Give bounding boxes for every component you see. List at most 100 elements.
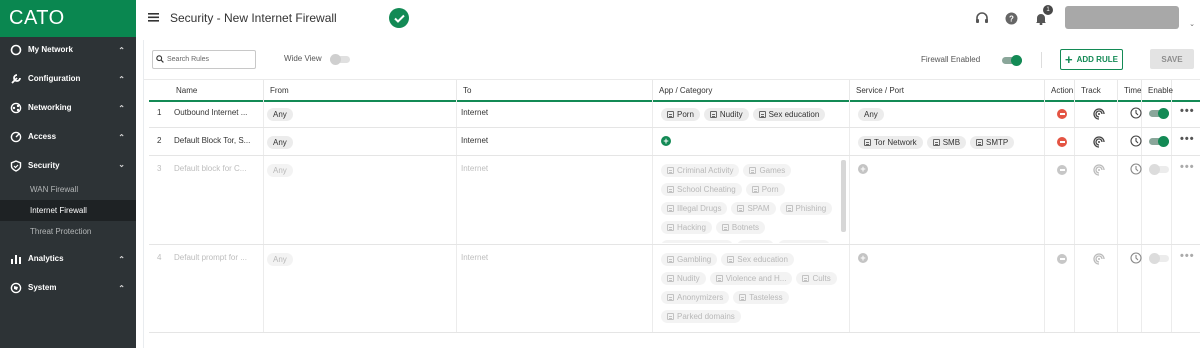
rule-apps[interactable]: Porn Nudity Sex education: [661, 108, 841, 126]
add-service-icon[interactable]: +: [858, 164, 868, 174]
help-icon[interactable]: ?: [1005, 12, 1018, 25]
sidebar-item-my-network[interactable]: My Network ⌃: [0, 35, 136, 64]
rule-to[interactable]: Internet: [461, 108, 488, 117]
rule-name[interactable]: Default prompt for ...: [174, 253, 247, 262]
sidebar-item-security[interactable]: Security ⌄: [0, 151, 136, 180]
clock-icon[interactable]: [1130, 135, 1142, 149]
chevron-down-icon: ⌄: [118, 160, 125, 169]
rule-apps[interactable]: +: [661, 136, 841, 154]
more-options-icon[interactable]: •••: [1180, 161, 1195, 173]
rule-apps[interactable]: Gambling Sex education Nudity Violence and …: [661, 253, 841, 331]
save-button[interactable]: SAVE: [1150, 49, 1194, 69]
wide-view-toggle[interactable]: [330, 54, 350, 65]
rule-enable-toggle[interactable]: [1149, 108, 1169, 119]
firewall-enabled-toggle[interactable]: [1002, 55, 1022, 66]
rule-number: 2: [157, 136, 162, 145]
rule-services[interactable]: Any: [858, 108, 1038, 122]
rule-name[interactable]: Default Block Tor, S...: [174, 136, 250, 145]
col-header-action[interactable]: Action: [1045, 80, 1075, 100]
rule-from[interactable]: Any: [267, 164, 447, 178]
app-label: Anonymizers: [677, 293, 724, 302]
toggle-knob: [1158, 108, 1169, 119]
block-action-icon[interactable]: [1057, 137, 1067, 147]
col-header-track[interactable]: Track: [1075, 80, 1118, 100]
track-icon[interactable]: [1093, 136, 1105, 150]
more-options-icon[interactable]: •••: [1180, 105, 1195, 117]
rule-to[interactable]: Internet: [461, 253, 488, 262]
sidebar-item-label: Security: [28, 161, 60, 170]
app-label: School Cheating: [677, 185, 736, 194]
col-header-time[interactable]: Time: [1118, 80, 1142, 100]
clock-icon[interactable]: [1130, 163, 1142, 177]
clock-icon[interactable]: [1130, 252, 1142, 266]
col-header-to[interactable]: To: [457, 80, 653, 100]
more-options-icon[interactable]: •••: [1180, 133, 1195, 145]
rule-apps[interactable]: Criminal Activity Games School Cheating Por…: [661, 164, 841, 243]
category-icon: [758, 111, 766, 118]
sidebar-item-configuration[interactable]: Configuration ⌃: [0, 64, 136, 93]
rule-enable-toggle[interactable]: [1149, 164, 1169, 175]
app-pill: Sex education: [752, 108, 826, 121]
more-options-icon[interactable]: •••: [1180, 250, 1195, 262]
col-header-app-category[interactable]: App / Category: [653, 80, 850, 100]
add-rule-button[interactable]: + ADD RULE: [1060, 49, 1123, 70]
search-icon: [156, 55, 164, 63]
chevron-down-icon[interactable]: ⌄: [1189, 20, 1195, 28]
sidebar-item-system[interactable]: System ⌃: [0, 273, 136, 302]
add-app-icon[interactable]: +: [661, 136, 671, 146]
service-icon: [864, 139, 871, 146]
col-header-enable[interactable]: Enable: [1142, 80, 1173, 100]
rule-from[interactable]: Any: [267, 253, 447, 267]
rule-services[interactable]: +: [858, 253, 1038, 267]
app-pill: Tasteless: [733, 291, 789, 304]
user-menu[interactable]: [1065, 6, 1179, 29]
bar-chart-icon: [10, 253, 22, 265]
service-icon: [932, 139, 940, 146]
sidebar-item-access[interactable]: Access ⌃: [0, 122, 136, 151]
col-header-from[interactable]: From: [264, 80, 457, 100]
app-pill: Porn: [745, 183, 785, 196]
block-action-icon[interactable]: [1057, 254, 1067, 264]
col-header-name[interactable]: Name: [170, 80, 264, 100]
apps-scrollbar[interactable]: [841, 160, 846, 232]
service-pill: SMTP: [970, 136, 1015, 149]
rule-name[interactable]: Outbound Internet ...: [174, 108, 247, 117]
service-label: Tor Network: [874, 138, 917, 147]
rule-from[interactable]: Any: [267, 136, 447, 150]
rule-from[interactable]: Any: [267, 108, 447, 122]
table-row[interactable]: 1 Outbound Internet ... Any Internet Porn Nud…: [149, 100, 1200, 128]
rule-enable-toggle[interactable]: [1149, 253, 1169, 264]
rule-name[interactable]: Default block for C...: [174, 164, 246, 173]
svg-text:?: ?: [1009, 15, 1014, 24]
sidebar-item-analytics[interactable]: Analytics ⌃: [0, 244, 136, 273]
table-row[interactable]: 4 Default prompt for ... Any Internet Gambli…: [149, 245, 1200, 333]
sidebar-sub-threat-protection[interactable]: Threat Protection: [0, 221, 136, 242]
headset-icon[interactable]: [975, 12, 989, 24]
chevron-up-icon: ⌃: [118, 75, 125, 84]
rule-to[interactable]: Internet: [461, 136, 488, 145]
table-row[interactable]: 2 Default Block Tor, S... Any Internet + Tor …: [149, 128, 1200, 156]
track-icon[interactable]: [1093, 253, 1105, 267]
search-placeholder: Search Rules: [167, 56, 210, 63]
sidebar-item-networking[interactable]: Networking ⌃: [0, 93, 136, 122]
table-row[interactable]: 3 Default block for C... Any Internet Crimin…: [149, 156, 1200, 245]
sidebar-sub-internet-firewall[interactable]: Internet Firewall: [0, 200, 136, 221]
rule-enable-toggle[interactable]: [1149, 136, 1169, 147]
rule-number: 4: [157, 253, 162, 262]
block-action-icon[interactable]: [1057, 165, 1067, 175]
track-icon[interactable]: [1093, 164, 1105, 178]
rule-to[interactable]: Internet: [461, 164, 488, 173]
block-action-icon[interactable]: [1057, 109, 1067, 119]
rule-services[interactable]: Tor Network SMB SMTP: [858, 136, 1038, 150]
add-service-icon[interactable]: +: [858, 253, 868, 263]
app-label: Sex education: [737, 255, 788, 264]
service-icon: [976, 139, 984, 146]
col-header-service-port[interactable]: Service / Port: [850, 80, 1045, 100]
clock-icon[interactable]: [1130, 107, 1142, 121]
sidebar-sub-wan-firewall[interactable]: WAN Firewall: [0, 179, 136, 200]
rule-services[interactable]: +: [858, 164, 1038, 178]
hamburger-menu-icon[interactable]: [148, 12, 159, 22]
search-input[interactable]: Search Rules: [152, 50, 256, 69]
app-pill: Anonymizers: [661, 291, 730, 304]
track-icon[interactable]: [1093, 108, 1105, 122]
